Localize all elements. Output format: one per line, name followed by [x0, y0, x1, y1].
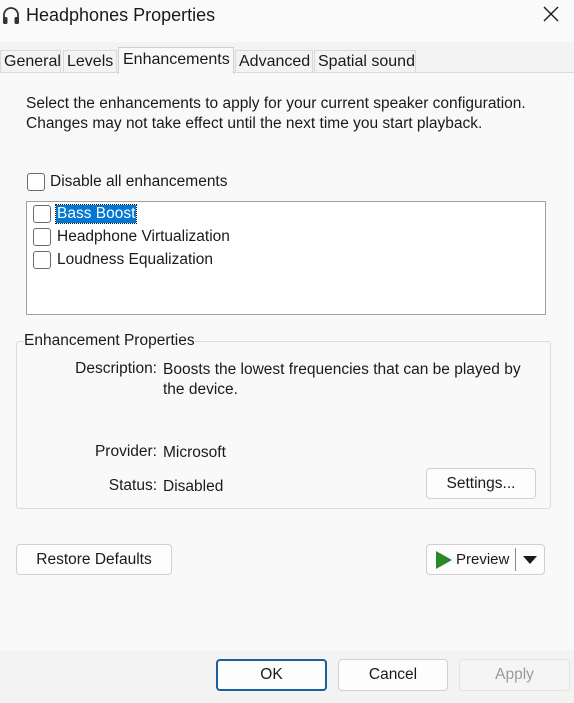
tab-label: General [4, 53, 61, 70]
close-button[interactable] [528, 0, 574, 32]
tab-strip: General Levels Enhancements Advanced Spa… [0, 47, 574, 74]
window-title: Headphones Properties [26, 5, 216, 25]
checkbox-box[interactable] [33, 205, 51, 223]
provider-value: Microsoft [163, 444, 226, 461]
title-bar: Headphones Properties [0, 0, 574, 42]
preview-split-button: Preview [426, 544, 545, 575]
settings-button[interactable]: Settings... [426, 468, 536, 499]
group-title: Enhancement Properties [24, 332, 195, 350]
cancel-button[interactable]: Cancel [338, 659, 448, 691]
checkbox-box[interactable] [27, 173, 45, 191]
apply-button[interactable]: Apply [459, 659, 570, 691]
dialog-footer: OK Cancel Apply [0, 650, 574, 703]
tab-spatial-sound[interactable]: Spatial sound [314, 50, 416, 73]
tab-label: Enhancements [123, 51, 230, 68]
list-item-label: Bass Boost [54, 204, 138, 224]
tab-label: Spatial sound [318, 53, 415, 70]
description-value: Boosts the lowest frequencies that can b… [163, 361, 521, 398]
preview-button[interactable]: Preview [427, 545, 509, 574]
play-icon [436, 550, 452, 569]
intro-text: Select the enhancements to apply for you… [26, 95, 526, 132]
preview-dropdown-button[interactable] [516, 545, 544, 574]
enhancements-list[interactable]: Bass Boost Headphone Virtualization Loud… [26, 201, 546, 315]
tab-label: Levels [67, 53, 114, 70]
checkbox-box[interactable] [33, 251, 51, 269]
properties-dialog: Headphones Properties General Levels Enh… [0, 0, 574, 703]
description-label: Description: [75, 360, 157, 377]
provider-label: Provider: [94, 443, 157, 460]
tab-levels[interactable]: Levels [63, 50, 117, 73]
chevron-down-icon [523, 555, 538, 564]
list-item-loudness-equalization[interactable]: Loudness Equalization [33, 250, 214, 270]
headphones-icon [2, 6, 20, 26]
list-item-label: Loudness Equalization [57, 251, 213, 268]
enhancements-panel: Select the enhancements to apply for you… [0, 72, 574, 650]
close-icon [543, 6, 559, 26]
ok-button[interactable]: OK [216, 659, 327, 691]
status-value: Disabled [163, 478, 224, 495]
list-item-headphone-virtualization[interactable]: Headphone Virtualization [33, 227, 231, 247]
preview-label: Preview [456, 551, 510, 568]
tab-advanced[interactable]: Advanced [235, 50, 313, 73]
list-item-bass-boost[interactable]: Bass Boost [33, 204, 138, 224]
disable-all-checkbox[interactable]: Disable all enhancements [27, 173, 228, 191]
disable-all-label: Disable all enhancements [50, 173, 228, 190]
tab-enhancements[interactable]: Enhancements [118, 47, 234, 74]
list-item-label: Headphone Virtualization [57, 228, 230, 245]
restore-defaults-button[interactable]: Restore Defaults [16, 544, 172, 575]
tab-label: Advanced [239, 53, 311, 70]
checkbox-box[interactable] [33, 228, 51, 246]
status-label: Status: [108, 477, 157, 494]
tab-general[interactable]: General [0, 50, 61, 73]
